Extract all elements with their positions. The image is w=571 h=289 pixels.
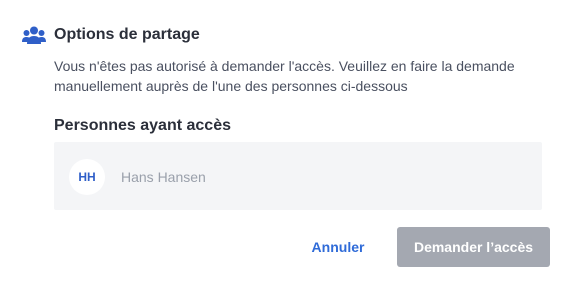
people-with-access-list: HH Hans Hansen (54, 142, 542, 210)
request-access-button[interactable]: Demander l’accès (397, 227, 550, 267)
dialog-header: Options de partage (22, 24, 200, 46)
list-item: HH Hans Hansen (69, 159, 206, 195)
cancel-button[interactable]: Annuler (300, 228, 376, 266)
permission-message-line-2: manuellement auprès de l'une des personn… (54, 78, 408, 94)
dialog-title: Options de partage (54, 26, 200, 43)
people-with-access-heading: Personnes ayant accès (54, 117, 231, 134)
sharing-options-dialog: Options de partage Vous n'êtes pas autor… (0, 0, 571, 289)
permission-message-line-1: Vous n'êtes pas autorisé à demander l'ac… (54, 58, 515, 74)
person-name: Hans Hansen (121, 169, 206, 185)
permission-message: Vous n'êtes pas autorisé à demander l'ac… (54, 56, 554, 96)
users-icon (22, 25, 46, 45)
avatar: HH (69, 159, 105, 195)
